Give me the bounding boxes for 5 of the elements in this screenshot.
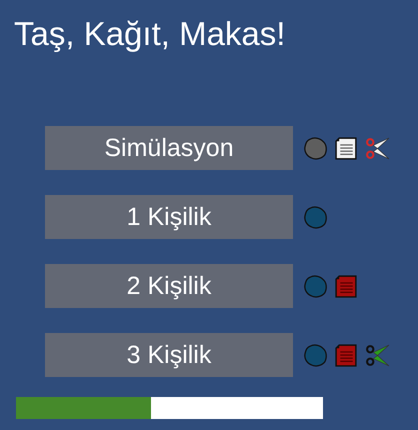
game-title: Taş, Kağıt, Makas! [13, 14, 286, 54]
mode-button[interactable]: Simülasyon [45, 126, 293, 170]
mode-button[interactable]: 2 Kişilik [45, 264, 293, 308]
mode-button[interactable]: 3 Kişilik [45, 333, 293, 377]
mode-button[interactable]: 1 Kişilik [45, 195, 293, 239]
